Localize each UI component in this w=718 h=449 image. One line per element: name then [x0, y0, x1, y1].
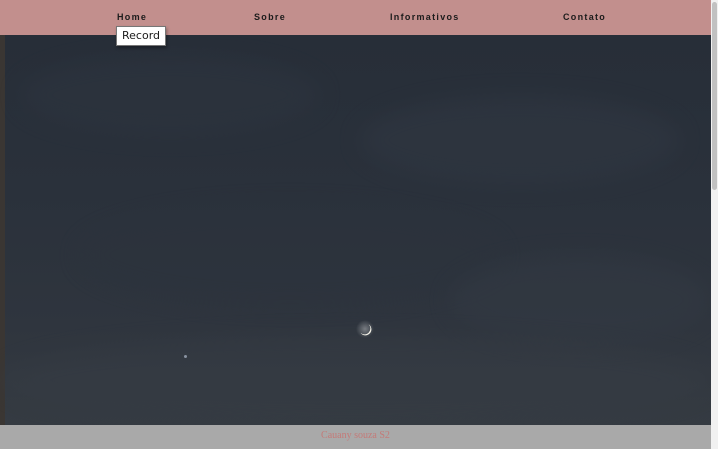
nav-contato-link[interactable]: Contato	[563, 12, 606, 22]
scrollbar-thumb[interactable]	[712, 2, 717, 190]
sky-texture	[20, 55, 320, 135]
sky-texture	[360, 95, 680, 185]
nav-home-link[interactable]: Home	[117, 12, 147, 22]
footer: Cauany souza S2	[0, 425, 711, 449]
nav-informativos-link[interactable]: Informativos	[390, 12, 460, 22]
sky-texture	[450, 255, 710, 345]
hero-left-edge	[0, 35, 5, 425]
star-icon	[184, 355, 187, 358]
crescent-moon-icon	[356, 320, 374, 338]
vertical-scrollbar[interactable]	[711, 0, 718, 449]
sky-texture	[80, 205, 500, 305]
sky-texture	[0, 335, 711, 425]
footer-credit: Cauany souza S2	[321, 430, 390, 441]
home-tooltip: Record	[116, 26, 167, 46]
page: Home Sobre Informativos Contato Record C…	[0, 0, 718, 449]
top-navbar: Home Sobre Informativos Contato	[0, 0, 711, 35]
hero-night-sky-image	[0, 35, 711, 425]
nav-sobre-link[interactable]: Sobre	[254, 12, 286, 22]
